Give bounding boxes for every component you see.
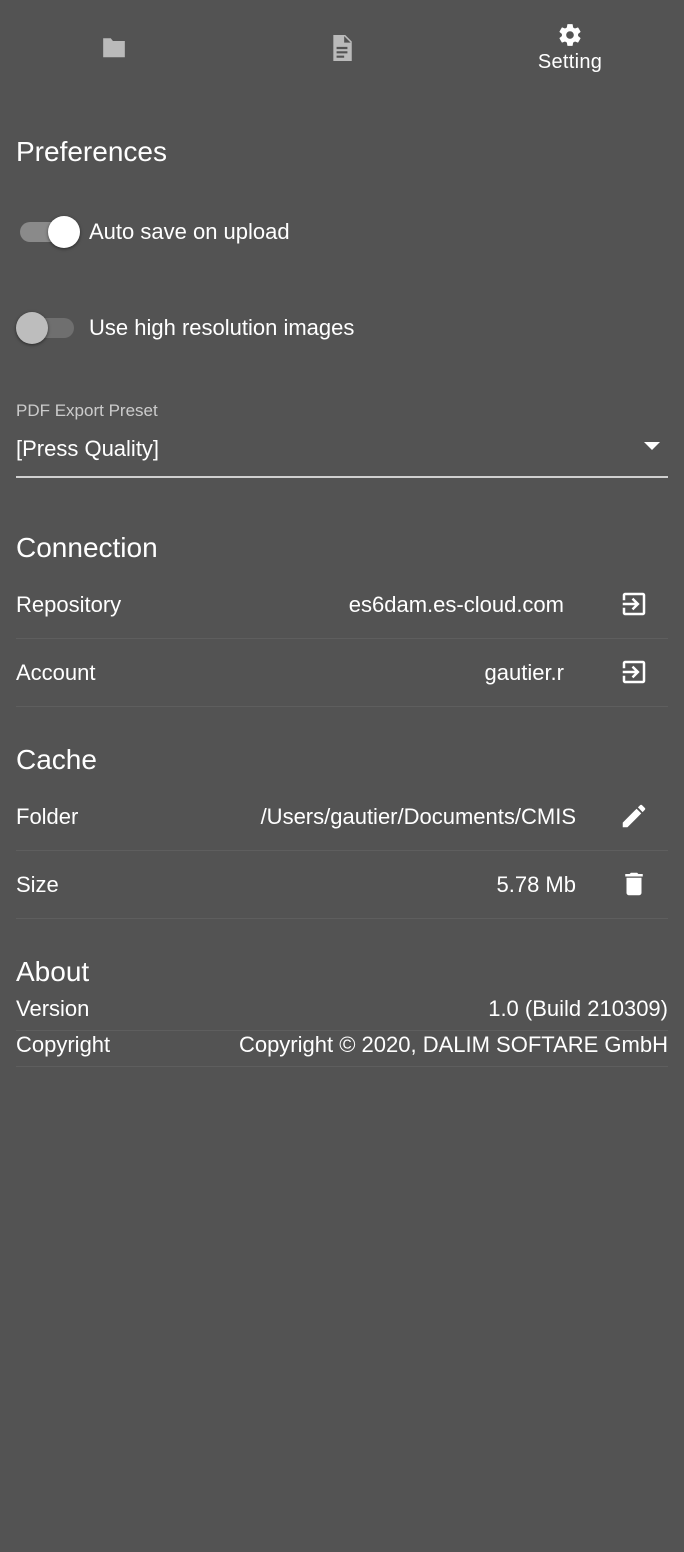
pdf-preset-label: PDF Export Preset: [16, 401, 158, 420]
repository-row: Repository es6dam.es-cloud.com: [16, 570, 668, 639]
about-title: About: [16, 956, 90, 987]
auto-save-label: Auto save on upload: [89, 219, 290, 244]
high-res-switch[interactable]: [16, 308, 76, 348]
folder-icon: [101, 37, 127, 59]
pdf-preset-value: [Press Quality]: [16, 436, 160, 461]
account-label: Account: [16, 660, 96, 685]
high-res-row[interactable]: Use high resolution images: [16, 308, 668, 348]
cache-size-label: Size: [16, 872, 59, 897]
dropdown-arrow-icon: [644, 442, 660, 450]
account-row: Account gautier.r: [16, 638, 668, 707]
pdf-preset-select[interactable]: PDF Export Preset [Press Quality]: [16, 398, 668, 478]
select-underline: [16, 476, 668, 478]
cache-folder-value: /Users/gautier/Documents/CMIS: [260, 804, 576, 829]
cache-title: Cache: [16, 744, 97, 775]
version-label: Version: [16, 996, 90, 1021]
tab-setting-label: Setting: [537, 51, 603, 73]
auto-save-row[interactable]: Auto save on upload: [16, 212, 668, 252]
edit-icon[interactable]: [614, 796, 654, 836]
copyright-value: Copyright © 2020, DALIM SOFTARE GmbH: [238, 1032, 668, 1057]
tab-setting[interactable]: Setting: [456, 0, 684, 96]
connection-title: Connection: [16, 532, 158, 563]
account-value: gautier.r: [484, 660, 565, 685]
tab-documents[interactable]: [228, 0, 456, 96]
login-icon[interactable]: [614, 652, 654, 692]
cache-folder-label: Folder: [16, 804, 79, 829]
document-icon: [331, 35, 353, 61]
copyright-row: Copyright Copyright © 2020, DALIM SOFTAR…: [16, 1030, 668, 1067]
auto-save-switch[interactable]: [16, 212, 80, 252]
gear-icon: [557, 22, 583, 48]
high-res-label: Use high resolution images: [89, 315, 355, 340]
cache-size-value: 5.78 Mb: [496, 872, 577, 897]
version-value: 1.0 (Build 210309): [488, 996, 668, 1021]
copyright-label: Copyright: [16, 1032, 111, 1057]
repository-label: Repository: [16, 592, 122, 617]
cache-size-row: Size 5.78 Mb: [16, 850, 668, 919]
login-icon[interactable]: [614, 584, 654, 624]
trash-icon[interactable]: [614, 864, 654, 904]
cache-folder-row: Folder /Users/gautier/Documents/CMIS: [16, 782, 668, 851]
repository-value: es6dam.es-cloud.com: [348, 592, 564, 617]
version-row: Version 1.0 (Build 210309): [16, 994, 668, 1031]
preferences-title: Preferences: [16, 136, 167, 167]
tab-bar: Setting: [0, 0, 684, 96]
tab-files[interactable]: [0, 0, 228, 96]
